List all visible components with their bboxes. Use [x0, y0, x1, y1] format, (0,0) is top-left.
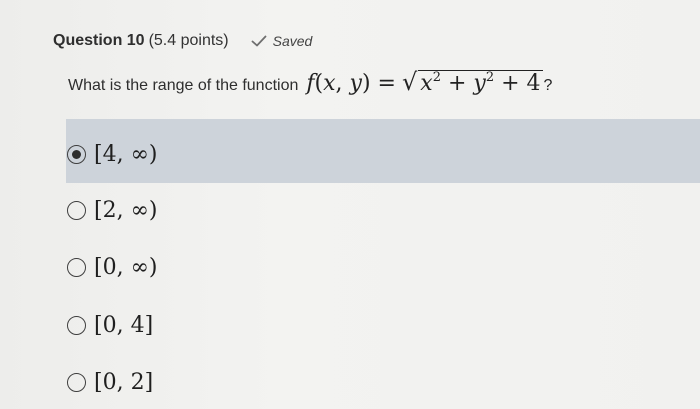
option-label: [0, ∞)	[94, 254, 158, 280]
saved-status: Saved	[251, 33, 313, 49]
question-prompt: What is the range of the function f(x, y…	[68, 68, 552, 96]
option-label: [4, ∞)	[94, 141, 158, 167]
radio-button[interactable]	[67, 257, 86, 277]
question-title: Question 10	[53, 32, 145, 49]
question-header: Question 10 (5.4 points) Saved	[53, 32, 312, 50]
option-label: [2, ∞)	[94, 197, 158, 223]
radio-button[interactable]	[67, 315, 86, 335]
question-text: What is the range of the function	[68, 77, 299, 94]
question-mark: ?	[543, 77, 553, 94]
radio-button[interactable]	[67, 372, 86, 392]
selected-option-highlight	[66, 119, 700, 183]
question-card: Question 10 (5.4 points) Saved What is t…	[0, 0, 700, 409]
square-root: √ x2 + y2 + 4	[402, 68, 543, 96]
option-1[interactable]: [4, ∞)	[67, 134, 157, 174]
option-4[interactable]: [0, 4]	[67, 305, 153, 345]
option-5[interactable]: [0, 2]	[67, 362, 153, 402]
option-3[interactable]: [0, ∞)	[67, 247, 157, 287]
sqrt-icon: √	[401, 68, 418, 96]
function-expression: f(x, y) = √ x2 + y2 + 4 ?	[306, 68, 552, 96]
option-2[interactable]: [2, ∞)	[67, 190, 157, 230]
radio-button[interactable]	[67, 144, 86, 164]
function-lhs: f(x, y) =	[306, 71, 396, 96]
option-label: [0, 2]	[94, 369, 154, 395]
radio-selected-dot	[72, 149, 81, 159]
option-label: [0, 4]	[94, 312, 154, 338]
check-icon	[251, 35, 267, 47]
radicand: x2 + y2 + 4	[418, 70, 543, 96]
saved-label: Saved	[272, 33, 313, 49]
radio-button[interactable]	[67, 200, 86, 220]
question-points: (5.4 points)	[148, 32, 229, 49]
